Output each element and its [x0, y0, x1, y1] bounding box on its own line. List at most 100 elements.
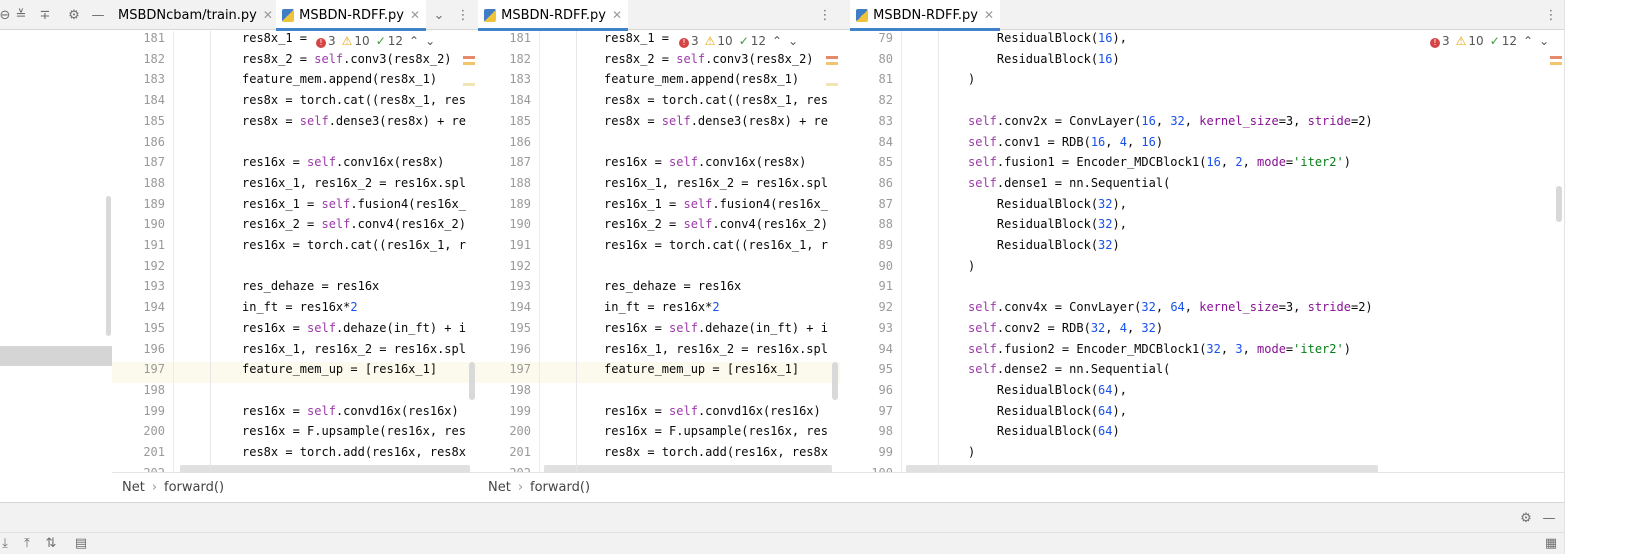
- code-line[interactable]: [540, 256, 840, 277]
- pane2-scrollbar[interactable]: [832, 362, 838, 400]
- close-icon[interactable]: ✕: [612, 8, 622, 22]
- expand-all-icon[interactable]: ∓: [36, 6, 54, 24]
- code-line[interactable]: self.conv2x = ConvLayer(16, 32, kernel_s…: [902, 111, 1564, 132]
- chevron-up-icon[interactable]: ⌃: [772, 34, 782, 48]
- code-line[interactable]: res16x = self.convd16x(res16x): [174, 401, 478, 422]
- chevron-down-icon[interactable]: ⌄: [1539, 34, 1549, 48]
- code-line[interactable]: res16x = self.dehaze(in_ft) + i: [174, 318, 478, 339]
- code-line[interactable]: [902, 276, 1564, 297]
- code-line[interactable]: [174, 256, 478, 277]
- warning-marker[interactable]: [463, 62, 475, 65]
- breadcrumb-class[interactable]: Net: [488, 480, 511, 495]
- code-line[interactable]: res8x_2 = self.conv3(res8x_2): [540, 49, 840, 70]
- inspection-widget[interactable]: ! 3 ⚠ 10 ✓ 12 ⌃ ⌄: [312, 32, 440, 50]
- code-line[interactable]: [174, 132, 478, 153]
- tab-msbdn-rdff[interactable]: MSBDN-RDFF.py ✕: [276, 0, 426, 31]
- code-line[interactable]: [174, 380, 478, 401]
- table-icon[interactable]: ▤: [72, 534, 90, 552]
- code-line[interactable]: ResidualBlock(64),: [902, 401, 1564, 422]
- error-marker[interactable]: [826, 56, 838, 59]
- warning-marker[interactable]: [463, 83, 475, 86]
- code-line[interactable]: ResidualBlock(32),: [902, 214, 1564, 235]
- code-line[interactable]: ResidualBlock(64): [902, 421, 1564, 442]
- code-line[interactable]: res16x_2 = self.conv4(res16x_2): [540, 214, 840, 235]
- code-line[interactable]: res8x = self.dense3(res8x) + re: [540, 111, 840, 132]
- layout-icon[interactable]: ▦: [1542, 534, 1560, 552]
- code-line[interactable]: res_dehaze = res16x: [174, 276, 478, 297]
- close-icon[interactable]: ✕: [263, 8, 273, 22]
- download-icon[interactable]: ⤓: [0, 534, 14, 552]
- chevron-up-icon[interactable]: ⌃: [1523, 34, 1533, 48]
- chevron-down-icon[interactable]: ⌄: [425, 34, 435, 48]
- code-line[interactable]: res16x_1 = self.fusion4(res16x_: [540, 194, 840, 215]
- inspection-widget[interactable]: ! 3 ⚠ 10 ✓ 12 ⌃ ⌄: [1426, 32, 1554, 50]
- code-line[interactable]: res16x = torch.cat((res16x_1, r: [540, 235, 840, 256]
- breadcrumb-function[interactable]: forward(): [530, 480, 590, 495]
- code-line[interactable]: feature_mem.append(res8x_1): [540, 69, 840, 90]
- warning-marker[interactable]: [826, 83, 838, 86]
- code-line[interactable]: feature_mem.append(res8x_1): [174, 69, 478, 90]
- code-line[interactable]: feature_mem_up = [res16x_1]: [174, 359, 478, 380]
- chevron-up-icon[interactable]: ⌃: [409, 34, 419, 48]
- more-icon[interactable]: ⋮: [454, 6, 472, 24]
- code-line[interactable]: in_ft = res16x*2: [540, 297, 840, 318]
- error-marker[interactable]: [463, 56, 475, 59]
- code-line[interactable]: ): [902, 442, 1564, 463]
- code-line[interactable]: res8x = torch.add(res16x, res8x: [540, 442, 840, 463]
- pane1-left-scroll-thumb[interactable]: [106, 196, 111, 336]
- warning-marker[interactable]: [1550, 62, 1562, 65]
- close-icon[interactable]: ✕: [410, 8, 420, 22]
- code-line[interactable]: ResidualBlock(64),: [902, 380, 1564, 401]
- error-marker[interactable]: [1550, 56, 1562, 59]
- code-line[interactable]: res16x_1 = self.fusion4(res16x_: [174, 194, 478, 215]
- inspection-widget[interactable]: ! 3 ⚠ 10 ✓ 12 ⌃ ⌄: [675, 32, 803, 50]
- more-icon[interactable]: ⋮: [1542, 6, 1560, 24]
- breadcrumb-function[interactable]: forward(): [164, 480, 224, 495]
- code-line[interactable]: ResidualBlock(16): [902, 49, 1564, 70]
- code-line[interactable]: res8x = torch.cat((res8x_1, res: [174, 90, 478, 111]
- code-line[interactable]: ): [902, 256, 1564, 277]
- pane3-scrollbar[interactable]: [1556, 186, 1562, 222]
- code-line[interactable]: res16x_2 = self.conv4(res16x_2): [174, 214, 478, 235]
- tab-msbdn-rdff[interactable]: MSBDN-RDFF.py ✕: [478, 0, 628, 31]
- code-line[interactable]: res8x_2 = self.conv3(res8x_2): [174, 49, 478, 70]
- selected-row[interactable]: [0, 346, 112, 366]
- code-line[interactable]: res16x_1, res16x_2 = res16x.spl: [174, 339, 478, 360]
- pane2-hscrollbar[interactable]: [544, 465, 832, 473]
- pane1-hscrollbar[interactable]: [180, 465, 470, 473]
- sort-icon[interactable]: ⇅: [42, 534, 60, 552]
- code-line[interactable]: res8x = torch.add(res16x, res8x: [174, 442, 478, 463]
- code-line[interactable]: self.dense2 = nn.Sequential(: [902, 359, 1564, 380]
- chevron-down-icon[interactable]: ⌄: [430, 6, 448, 24]
- code-line[interactable]: res8x = torch.cat((res8x_1, res: [540, 90, 840, 111]
- code-line[interactable]: ): [902, 69, 1564, 90]
- code-line[interactable]: self.conv2 = RDB(32, 4, 32): [902, 318, 1564, 339]
- tab-train-py[interactable]: MSBDNcbam/train.py ✕: [112, 0, 274, 30]
- pane1-code[interactable]: res8x_1 = se res8x_2 = self.conv3(res8x_2…: [174, 31, 478, 472]
- code-line[interactable]: self.fusion2 = Encoder_MDCBlock1(32, 3, …: [902, 339, 1564, 360]
- code-line[interactable]: in_ft = res16x*2: [174, 297, 478, 318]
- gear-icon[interactable]: ⚙: [1517, 509, 1535, 527]
- code-line[interactable]: res16x = self.conv16x(res8x): [540, 152, 840, 173]
- code-line[interactable]: res16x = self.conv16x(res8x): [174, 152, 478, 173]
- close-icon[interactable]: ✕: [984, 8, 994, 22]
- code-line[interactable]: res16x = F.upsample(res16x, res: [540, 421, 840, 442]
- pane3-code[interactable]: ResidualBlock(16), ResidualBlock(16)) sel…: [902, 31, 1564, 472]
- minimize-icon[interactable]: —: [1540, 509, 1558, 527]
- code-line[interactable]: feature_mem_up = [res16x_1]: [540, 359, 840, 380]
- upload-icon[interactable]: ⤒: [18, 534, 36, 552]
- warning-marker[interactable]: [826, 62, 838, 65]
- code-line[interactable]: res16x = F.upsample(res16x, res: [174, 421, 478, 442]
- code-line[interactable]: ResidualBlock(32): [902, 235, 1564, 256]
- code-line[interactable]: res16x = torch.cat((res16x_1, r: [174, 235, 478, 256]
- code-line[interactable]: self.conv1 = RDB(16, 4, 16): [902, 132, 1564, 153]
- code-line[interactable]: [540, 132, 840, 153]
- pane1-scrollbar[interactable]: [469, 362, 475, 400]
- pane2-code[interactable]: res8x_1 = se res8x_2 = self.conv3(res8x_2…: [540, 31, 840, 472]
- code-line[interactable]: res16x_1, res16x_2 = res16x.spl: [540, 339, 840, 360]
- tab-msbdn-rdff[interactable]: MSBDN-RDFF.py ✕: [850, 0, 1000, 31]
- code-line[interactable]: [540, 380, 840, 401]
- chevron-down-icon[interactable]: ⌄: [788, 34, 798, 48]
- minimize-icon[interactable]: —: [89, 6, 107, 24]
- code-line[interactable]: res16x_1, res16x_2 = res16x.spl: [540, 173, 840, 194]
